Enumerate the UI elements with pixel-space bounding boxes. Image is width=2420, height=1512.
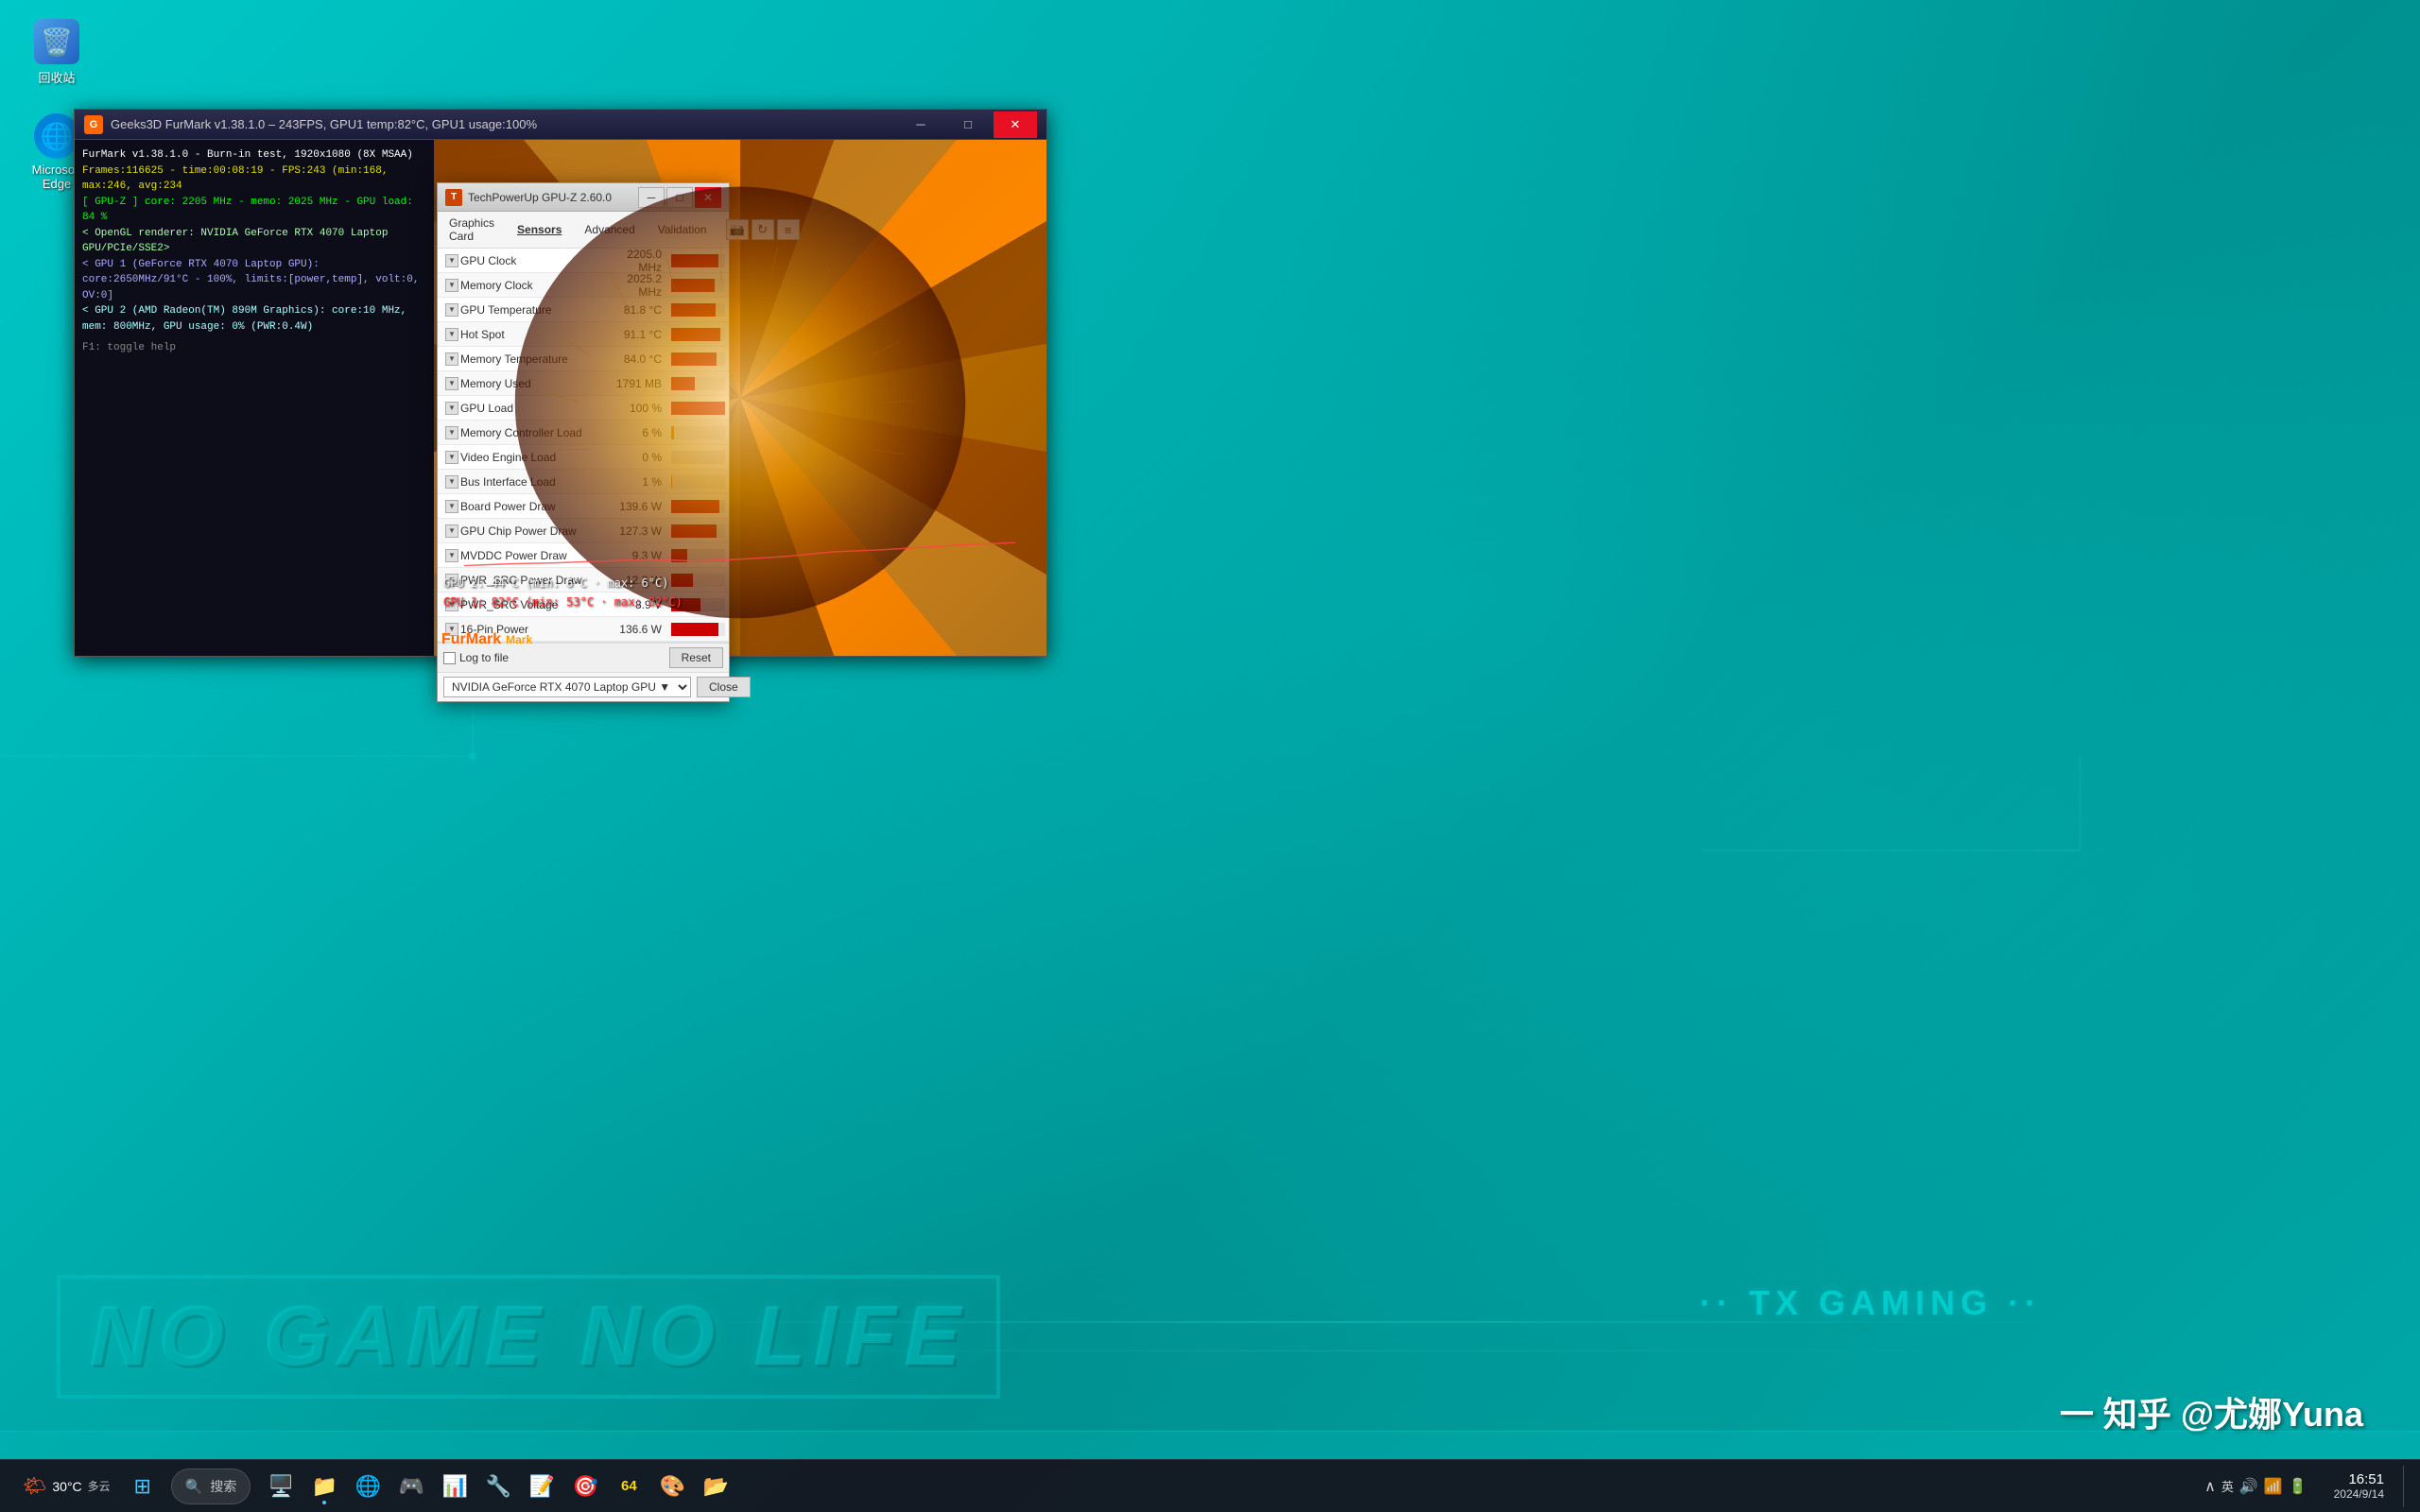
furmark-minimize-btn[interactable]: ─	[899, 112, 942, 138]
gpuz-close-button[interactable]: Close	[697, 677, 751, 697]
taskbar-app-6[interactable]: 📝	[521, 1466, 562, 1507]
taskbar-app-icon-10: 📂	[703, 1474, 729, 1499]
systray: ∧ 英 🔊 📶 🔋	[2197, 1477, 2315, 1496]
taskbar-app-icon-5: 🔧	[486, 1474, 511, 1499]
taskbar-app-4[interactable]: 📊	[434, 1466, 475, 1507]
taskbar-app-8[interactable]: 64	[608, 1466, 649, 1507]
tx-gaming-text: ·· TX GAMING ··	[1700, 1283, 2042, 1323]
search-text: 搜索	[210, 1477, 236, 1496]
gpuz-device-row: NVIDIA GeForce RTX 4070 Laptop GPU ▼ Clo…	[438, 672, 729, 701]
ngno-text: NO GAME NO LIFE	[57, 1275, 1000, 1399]
furmark-logo: FurMark Mark	[441, 628, 532, 648]
furmark-content: FurMark v1.38.1.0 - Burn-in test, 1920x1…	[75, 140, 1046, 656]
taskbar-app-10[interactable]: 📂	[695, 1466, 736, 1507]
taskbar-app-icon-6: 📝	[529, 1474, 555, 1499]
systray-network[interactable]: 📶	[2264, 1477, 2283, 1496]
windows-logo-icon: ⊞	[133, 1474, 150, 1499]
taskbar-app-9[interactable]: 🎨	[651, 1466, 693, 1507]
bottom-deco	[0, 1431, 2420, 1459]
furmark-render-area: GPU 1: 82°C (min: 53°C · max: 82°C) GPU …	[434, 140, 1046, 656]
weather-widget[interactable]: 🌤 30°C 多云	[11, 1474, 122, 1498]
furmark-maximize-btn[interactable]: □	[946, 112, 990, 138]
furmark-window: G Geeks3D FurMark v1.38.1.0 – 243FPS, GP…	[74, 109, 1047, 657]
systray-chevron[interactable]: ∧	[2204, 1477, 2216, 1496]
furmark-log-line-5: < GPU 1 (GeForce RTX 4070 Laptop GPU): c…	[82, 257, 426, 304]
taskbar-app-icon-7: 🎯	[573, 1474, 598, 1499]
furmark-titlebar[interactable]: G Geeks3D FurMark v1.38.1.0 – 243FPS, GP…	[75, 110, 1046, 140]
furmark-close-btn[interactable]: ✕	[994, 112, 1037, 138]
taskbar-app-5[interactable]: 🔧	[477, 1466, 519, 1507]
desktop-icon-recycle[interactable]: 🗑️ 回收站	[19, 19, 95, 86]
clock-date: 2024/9/14	[2334, 1487, 2384, 1501]
taskbar-apps: 🖥️ 📁 🌐 🎮 📊 🔧 📝 🎯	[260, 1466, 736, 1507]
show-desktop-btn[interactable]	[2403, 1466, 2409, 1507]
recycle-bin-label: 回收站	[38, 68, 75, 86]
edge-icon: 🌐	[34, 113, 79, 159]
furmark-log-line-2: Frames:116625 - time:00:08:19 - FPS:243 …	[82, 163, 426, 195]
systray-lang[interactable]: 英	[2221, 1477, 2234, 1495]
taskbar-app-0[interactable]: 🖥️	[260, 1466, 302, 1507]
furmark-title: Geeks3D FurMark v1.38.1.0 – 243FPS, GPU1…	[111, 117, 899, 131]
taskbar-app-icon-9: 🎨	[660, 1474, 685, 1499]
taskbar-app-icon-0: 🖥️	[268, 1474, 294, 1499]
taskbar-app-icon-3: 🎮	[399, 1474, 424, 1499]
taskbar-app-3[interactable]: 🎮	[390, 1466, 432, 1507]
furmark-log-line-7: F1: toggle help	[82, 340, 426, 356]
furmark-gpu-temp-1: GPU 1: 82°C (min: 53°C · max: 82°C)	[443, 595, 683, 609]
systray-battery[interactable]: 🔋	[2289, 1477, 2308, 1496]
furmark-gpu-temp-2: GPU 2: 44°C (min: 6°C · max: 6°C)	[443, 576, 668, 590]
furmark-app-icon: G	[84, 115, 103, 134]
weather-temp: 30°C	[52, 1479, 81, 1494]
taskbar-search[interactable]: 🔍 搜索	[171, 1469, 251, 1504]
start-button[interactable]: ⊞	[122, 1466, 164, 1507]
taskbar-app-icon-4: 📊	[442, 1474, 468, 1499]
taskbar: 🌤 30°C 多云 ⊞ 🔍 搜索 🖥️ 📁 🌐 🎮	[0, 1459, 2420, 1512]
furmark-window-controls[interactable]: ─ □ ✕	[899, 112, 1037, 138]
gpuz-device-select[interactable]: NVIDIA GeForce RTX 4070 Laptop GPU ▼	[443, 677, 691, 697]
weather-icon: 🌤	[23, 1474, 46, 1498]
zhihu-watermark: 一 知乎 @尤娜Yuna	[2060, 1387, 2363, 1436]
furmark-log-line-6: < GPU 2 (AMD Radeon(TM) 890M Graphics): …	[82, 303, 426, 335]
taskbar-app-1[interactable]: 📁	[303, 1466, 345, 1507]
recycle-bin-icon: 🗑️	[34, 19, 79, 64]
furmark-log-line-1: FurMark v1.38.1.0 - Burn-in test, 1920x1…	[82, 147, 426, 163]
furmark-log-line-4: < OpenGL renderer: NVIDIA GeForce RTX 40…	[82, 226, 426, 257]
weather-desc: 多云	[88, 1478, 111, 1494]
taskbar-app-7[interactable]: 🎯	[564, 1466, 606, 1507]
systray-volume[interactable]: 🔊	[2239, 1477, 2258, 1496]
taskbar-app-icon-1: 📁	[312, 1474, 337, 1499]
taskbar-right: ∧ 英 🔊 📶 🔋 16:51 2024/9/14	[2197, 1466, 2409, 1507]
search-icon: 🔍	[185, 1478, 203, 1495]
taskbar-clock[interactable]: 16:51 2024/9/14	[2323, 1471, 2395, 1501]
desktop: 🗑️ 回收站 🌐 Microsoft Edge G Geeks3D FurMar…	[0, 0, 2420, 1512]
taskbar-app-2[interactable]: 🌐	[347, 1466, 389, 1507]
taskbar-app-icon-2: 🌐	[355, 1474, 381, 1499]
taskbar-app-icon-8: 64	[621, 1478, 637, 1494]
clock-time: 16:51	[2348, 1471, 2384, 1487]
furmark-log-area: FurMark v1.38.1.0 - Burn-in test, 1920x1…	[75, 140, 434, 656]
furmark-log-line-3: [ GPU-Z ] core: 2205 MHz - memo: 2025 MH…	[82, 195, 426, 226]
